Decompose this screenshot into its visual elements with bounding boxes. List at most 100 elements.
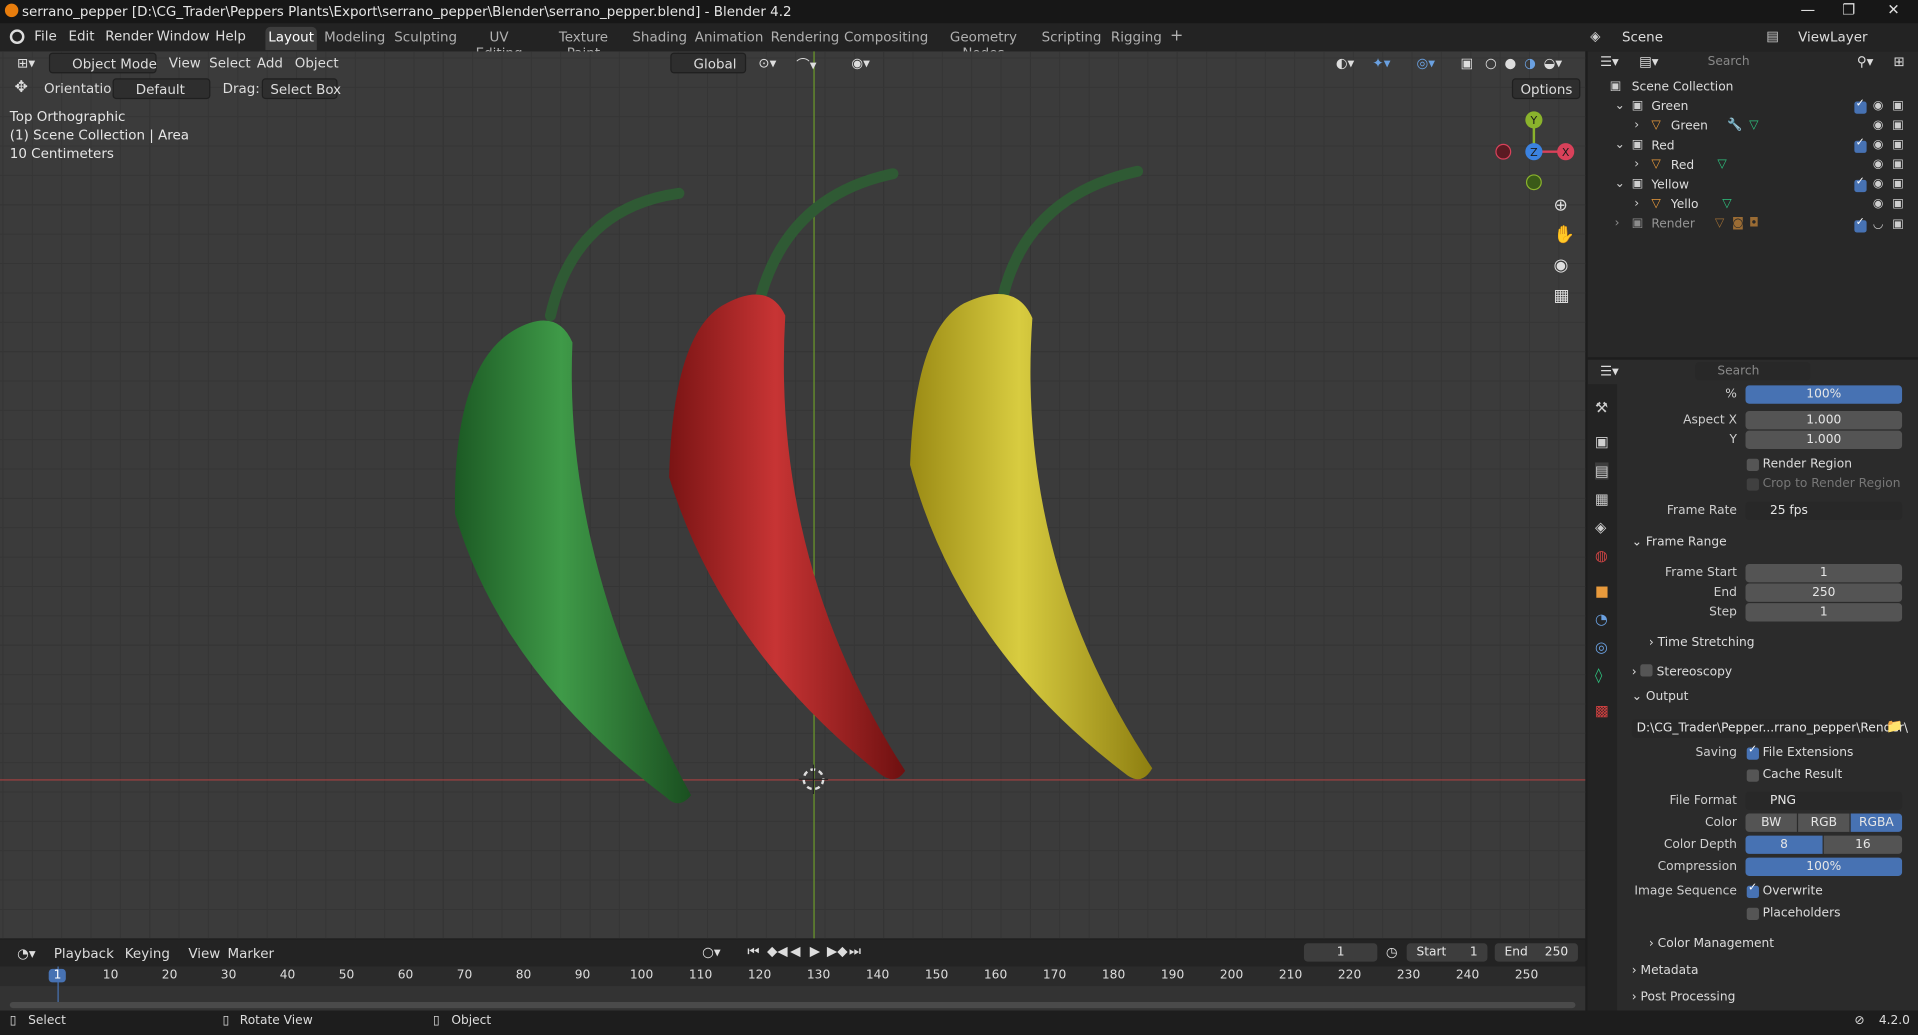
tab-layout[interactable]: Layout bbox=[265, 26, 317, 51]
eye-closed-icon[interactable]: ◡ bbox=[1873, 218, 1884, 231]
frame-start-field[interactable]: 1 bbox=[1745, 563, 1903, 583]
jump-keyframe-forward-icon[interactable]: ▶◆ bbox=[827, 943, 848, 959]
pan-hand-icon[interactable]: ✋ bbox=[1553, 225, 1574, 245]
scene-name[interactable]: Scene bbox=[1622, 29, 1663, 45]
snap-icon[interactable]: ⌒▾ bbox=[789, 53, 824, 73]
red-pepper[interactable] bbox=[669, 168, 906, 780]
outliner-search[interactable]: Search bbox=[1685, 52, 1801, 71]
properties-search[interactable]: Search bbox=[1695, 362, 1811, 381]
tab-animation[interactable]: Animation bbox=[695, 27, 764, 50]
mesh-data-icon[interactable]: ▽ bbox=[1717, 158, 1726, 171]
mode-selector[interactable]: Object Mode bbox=[48, 52, 157, 74]
drag-dropdown[interactable]: Select Box bbox=[261, 78, 341, 100]
color-depth-8-button[interactable]: 8 bbox=[1745, 835, 1823, 854]
folder-icon[interactable]: 📁 bbox=[1886, 718, 1903, 734]
outliner-row-yellow-object[interactable]: › ▽ Yello ▽ bbox=[1588, 196, 1918, 216]
timeline-scrollbar[interactable] bbox=[9, 1001, 1576, 1009]
outliner-row-red-collection[interactable]: ⌄ ▣ Red bbox=[1588, 137, 1918, 157]
texture-tab-icon[interactable]: ▩ bbox=[1595, 702, 1609, 719]
menu-keying[interactable]: Keying bbox=[117, 943, 177, 964]
tab-scripting[interactable]: Scripting bbox=[1041, 27, 1102, 50]
jump-keyframe-back-icon[interactable]: ◆◀ bbox=[767, 943, 788, 959]
play-icon[interactable]: ▶ bbox=[810, 943, 820, 959]
shading-rendered-icon[interactable]: ◒▾ bbox=[1536, 53, 1569, 74]
exclude-checkbox[interactable] bbox=[1854, 217, 1867, 233]
chevron-down-icon[interactable]: ⌄ bbox=[1615, 99, 1625, 112]
tab-texture-paint[interactable]: Texture Paint bbox=[542, 27, 625, 61]
menu-file[interactable]: File bbox=[34, 28, 57, 44]
tab-modeling[interactable]: Modeling bbox=[324, 27, 385, 50]
tab-rigging[interactable]: Rigging bbox=[1109, 27, 1163, 50]
minimize-icon[interactable]: — bbox=[1801, 1, 1816, 18]
close-icon[interactable]: ✕ bbox=[1887, 1, 1899, 18]
frame-range-header[interactable]: ⌄ Frame Range bbox=[1632, 536, 1727, 549]
navigation-gizmo[interactable]: Y Z X bbox=[1487, 105, 1580, 198]
compression-slider[interactable]: 100% bbox=[1745, 857, 1903, 876]
green-pepper[interactable] bbox=[454, 187, 692, 804]
eye-icon[interactable]: ◉ bbox=[1873, 99, 1884, 112]
end-frame-field[interactable]: End 250 bbox=[1494, 943, 1578, 962]
file-extensions-checkbox[interactable] bbox=[1746, 744, 1759, 760]
menu-render[interactable]: Render bbox=[105, 28, 153, 44]
modifier-icon[interactable]: 🔧 bbox=[1727, 119, 1742, 132]
eye-icon[interactable]: ◉ bbox=[1873, 158, 1884, 171]
color-bw-button[interactable]: BW bbox=[1745, 813, 1797, 832]
tab-geometry-nodes[interactable]: Geometry Nodes bbox=[933, 27, 1033, 61]
proportional-edit-icon[interactable]: ◉▾ bbox=[844, 53, 877, 74]
chevron-right-icon[interactable]: › bbox=[1634, 119, 1639, 132]
mesh-data-icon[interactable]: ▽ bbox=[1722, 197, 1731, 210]
properties-editor-icon[interactable]: ☰▾ bbox=[1600, 363, 1619, 379]
view-layer-icon[interactable]: ▤ bbox=[1766, 28, 1779, 44]
frame-rate-dropdown[interactable]: 25 fps bbox=[1745, 501, 1903, 520]
zoom-icon[interactable]: ⊕ bbox=[1553, 196, 1567, 216]
exclude-checkbox[interactable] bbox=[1854, 176, 1867, 193]
frame-end-field[interactable]: 250 bbox=[1745, 583, 1903, 602]
render-camera-icon[interactable]: ▣ bbox=[1892, 99, 1904, 112]
outliner-row-green-object[interactable]: › ▽ Green 🔧 ▽ bbox=[1588, 117, 1918, 137]
eye-icon[interactable]: ◉ bbox=[1873, 197, 1884, 210]
current-frame-marker[interactable]: 1 bbox=[48, 968, 67, 983]
play-reverse-icon[interactable]: ◀ bbox=[790, 943, 800, 959]
chevron-right-icon[interactable]: › bbox=[1634, 197, 1639, 210]
filter-icon[interactable]: ⚲▾ bbox=[1857, 54, 1874, 70]
outliner-row-scene-collection[interactable]: ▣ Scene Collection bbox=[1588, 78, 1918, 98]
auto-keying-icon[interactable]: ○▾ bbox=[702, 944, 721, 960]
outliner-display-icon[interactable]: ▤▾ bbox=[1639, 54, 1658, 70]
tab-sculpting[interactable]: Sculpting bbox=[394, 27, 458, 50]
scene-selector-icon[interactable]: ◈ bbox=[1590, 28, 1600, 44]
menu-add[interactable]: Add bbox=[250, 53, 291, 74]
mesh-data-icon[interactable]: ▽ bbox=[1749, 119, 1758, 132]
tool-tab-icon[interactable]: ⚒ bbox=[1595, 399, 1608, 416]
3d-cursor-icon[interactable] bbox=[798, 764, 829, 794]
tab-shading[interactable]: Shading bbox=[632, 27, 687, 50]
output-tab-icon[interactable]: ▤ bbox=[1595, 462, 1609, 480]
maximize-icon[interactable]: ❐ bbox=[1842, 1, 1855, 18]
resolution-percentage[interactable]: 100% bbox=[1745, 385, 1903, 404]
xray-icon[interactable]: ▣ bbox=[1453, 53, 1480, 74]
tab-rendering[interactable]: Rendering bbox=[771, 27, 840, 50]
frame-step-field[interactable]: 1 bbox=[1745, 603, 1903, 622]
transform-orientation[interactable]: Global bbox=[670, 52, 747, 74]
preview-range-icon[interactable]: ◷ bbox=[1386, 944, 1398, 960]
outliner-row-red-object[interactable]: › ▽ Red ▽ bbox=[1588, 157, 1918, 177]
outliner-editor-icon[interactable]: ☰▾ bbox=[1600, 54, 1619, 70]
color-rgba-button[interactable]: RGBA bbox=[1850, 813, 1903, 832]
render-region-checkbox[interactable] bbox=[1746, 458, 1759, 472]
overlay-toggle-icon[interactable]: ◎▾ bbox=[1409, 53, 1442, 74]
render-tab-icon[interactable]: ▣ bbox=[1595, 433, 1609, 450]
placeholders-checkbox[interactable] bbox=[1746, 907, 1759, 920]
scene-tab-icon[interactable]: ◈ bbox=[1595, 519, 1606, 536]
menu-marker[interactable]: Marker bbox=[220, 943, 281, 964]
editor-type-icon[interactable]: ⊞▾ bbox=[10, 53, 43, 74]
aspect-x-field[interactable]: 1.000 bbox=[1745, 411, 1903, 430]
visibility-icon[interactable]: ◐▾ bbox=[1328, 53, 1361, 74]
eye-icon[interactable]: ◉ bbox=[1873, 138, 1884, 151]
yellow-pepper[interactable] bbox=[910, 165, 1153, 780]
render-camera-icon[interactable]: ▣ bbox=[1892, 119, 1904, 132]
color-depth-16-button[interactable]: 16 bbox=[1823, 835, 1903, 854]
color-management-header[interactable]: › Color Management bbox=[1649, 937, 1774, 950]
add-workspace-icon[interactable]: + bbox=[1168, 24, 1185, 47]
perspective-toggle-icon[interactable]: ▦ bbox=[1553, 286, 1569, 306]
outliner-row-green-collection[interactable]: ⌄ ▣ Green bbox=[1588, 98, 1918, 118]
chevron-down-icon[interactable]: ⌄ bbox=[1615, 138, 1625, 151]
